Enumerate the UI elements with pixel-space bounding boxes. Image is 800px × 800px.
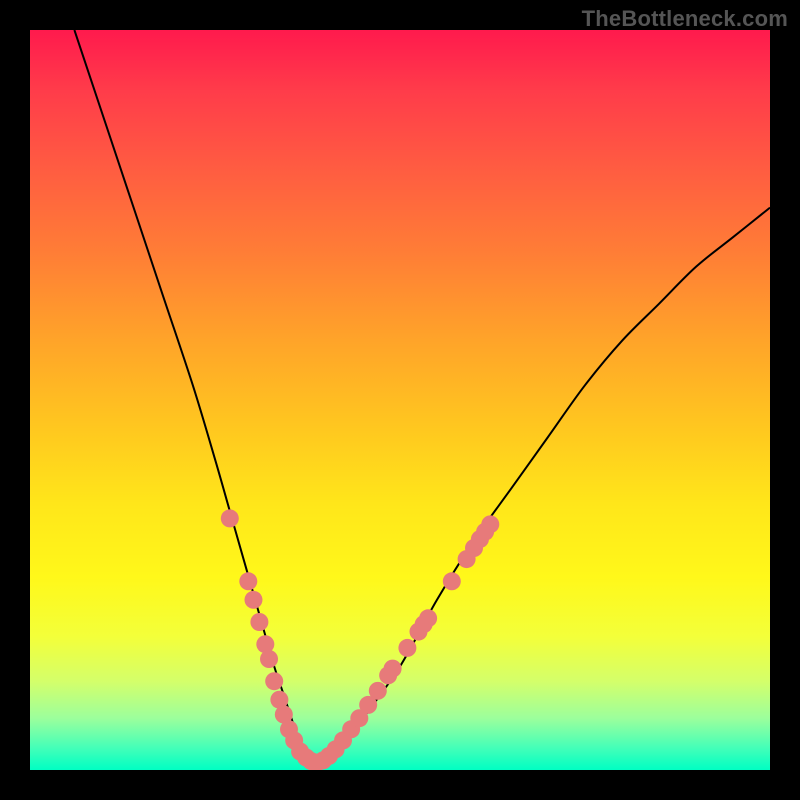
- data-marker: [369, 682, 387, 700]
- data-marker: [398, 639, 416, 657]
- data-marker: [443, 572, 461, 590]
- data-marker: [419, 609, 437, 627]
- plot-area: [30, 30, 770, 770]
- marker-group: [221, 509, 499, 770]
- data-marker: [221, 509, 239, 527]
- data-marker: [244, 591, 262, 609]
- data-marker: [250, 613, 268, 631]
- chart-container: TheBottleneck.com: [0, 0, 800, 800]
- data-marker: [239, 572, 257, 590]
- attribution-text: TheBottleneck.com: [582, 6, 788, 32]
- curve-group: [74, 30, 770, 763]
- chart-svg: [30, 30, 770, 770]
- data-marker: [265, 672, 283, 690]
- data-marker: [384, 660, 402, 678]
- data-marker: [481, 515, 499, 533]
- bottleneck-curve: [74, 30, 770, 763]
- data-marker: [260, 650, 278, 668]
